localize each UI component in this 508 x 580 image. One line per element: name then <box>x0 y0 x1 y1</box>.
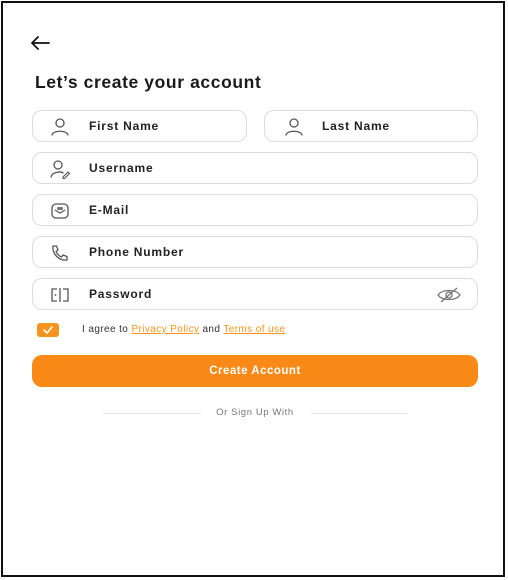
first-name-field[interactable]: First Name <box>32 110 247 142</box>
terms-of-use-link[interactable]: Terms of use <box>223 324 285 335</box>
eye-slash-icon[interactable] <box>435 285 463 305</box>
last-name-placeholder: Last Name <box>322 119 390 133</box>
password-icon <box>51 288 69 302</box>
back-button[interactable] <box>27 33 53 53</box>
phone-field[interactable]: Phone Number <box>32 236 478 268</box>
user-icon <box>51 118 69 136</box>
agreement-text: I agree to Privacy Policy and Terms of u… <box>82 324 285 335</box>
phone-icon <box>52 245 68 261</box>
agreement-middle: and <box>199 324 224 335</box>
arrow-left-icon <box>31 36 50 50</box>
privacy-policy-link[interactable]: Privacy Policy <box>131 324 199 335</box>
signup-screen: Let’s create your account First Name Las… <box>1 1 505 577</box>
last-name-field[interactable]: Last Name <box>264 110 478 142</box>
check-icon <box>43 326 53 334</box>
mail-icon <box>51 203 69 219</box>
email-field[interactable]: E-Mail <box>32 194 478 226</box>
phone-placeholder: Phone Number <box>89 245 184 259</box>
password-placeholder: Password <box>89 287 153 301</box>
alt-signup-text: Or Sign Up With <box>216 407 294 418</box>
agree-checkbox[interactable] <box>37 323 59 337</box>
username-placeholder: Username <box>89 161 154 175</box>
page-title: Let’s create your account <box>35 72 262 92</box>
first-name-placeholder: First Name <box>89 119 160 133</box>
password-field[interactable]: Password <box>32 278 478 310</box>
agreement-prefix: I agree to <box>82 324 132 335</box>
username-field[interactable]: Username <box>32 152 478 184</box>
user-edit-icon <box>50 160 71 179</box>
user-icon <box>285 118 303 136</box>
create-account-button[interactable]: Create Account <box>32 355 478 387</box>
email-placeholder: E-Mail <box>89 203 130 217</box>
